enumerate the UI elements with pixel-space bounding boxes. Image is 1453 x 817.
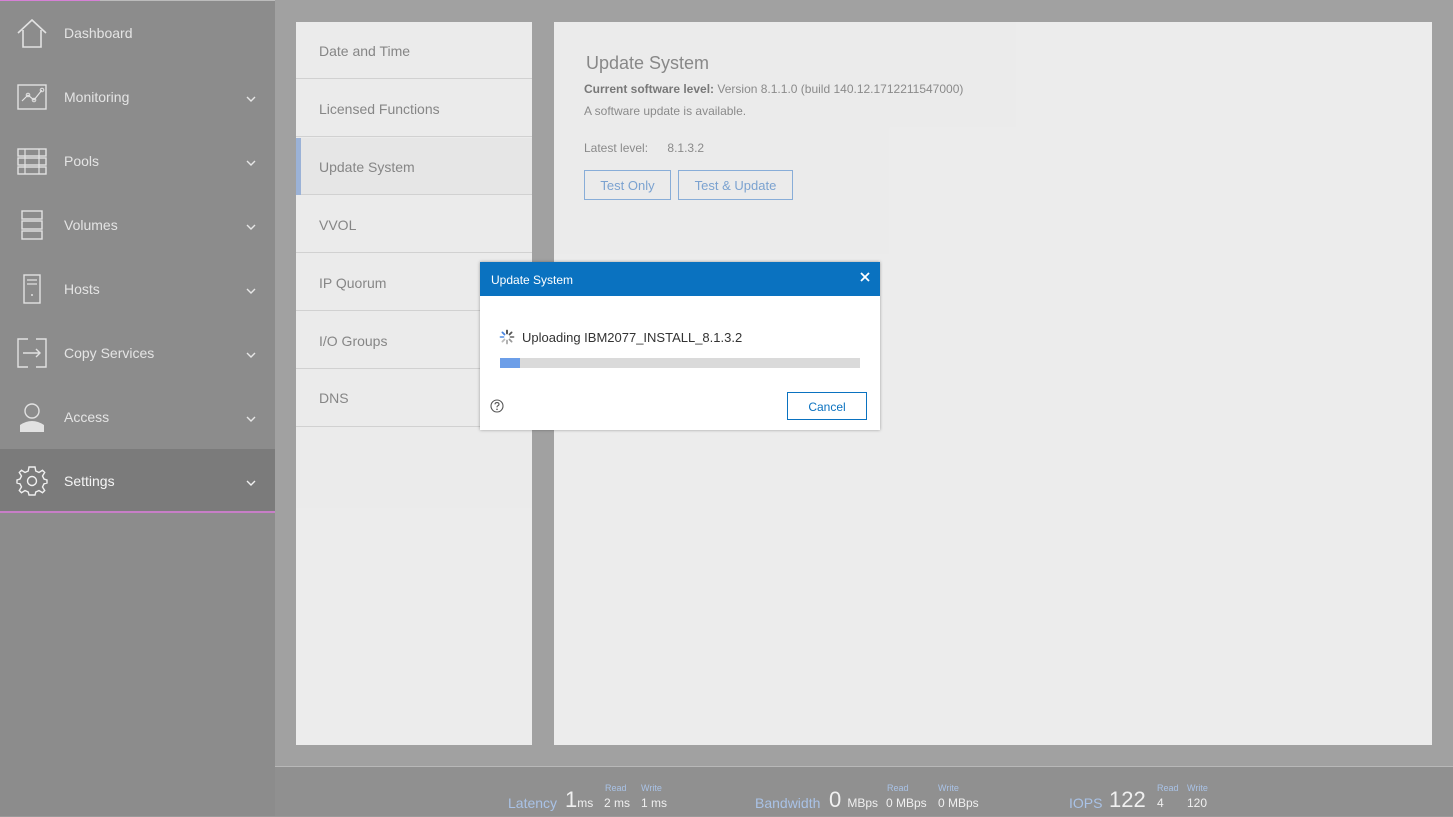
latest-level: Latest level: 8.1.3.2 [584, 141, 704, 155]
sidebar-item-label: Pools [64, 153, 100, 169]
submenu-item-label: VVOL [319, 217, 357, 233]
latency-write-label: Write [641, 783, 662, 793]
submenu-item-label: IP Quorum [319, 275, 387, 291]
gear-icon [16, 465, 48, 497]
sidebar-item-label: Dashboard [64, 25, 133, 41]
update-available-text: A software update is available. [584, 104, 747, 118]
submenu-item-vvol[interactable]: VVOL [296, 196, 532, 253]
submenu-item-label: Date and Time [319, 43, 411, 59]
dialog-header: Update System [480, 262, 880, 296]
hosts-icon [16, 273, 48, 305]
latency-value: 1ms [565, 787, 593, 813]
submenu-item-label: Update System [319, 159, 415, 175]
sidebar-item-label: Monitoring [64, 89, 130, 105]
bandwidth-unit: MBps [847, 796, 879, 810]
upload-progress-fill [500, 358, 520, 368]
iops-read-label: Read [1157, 783, 1179, 793]
latency-read-value: 2 ms [604, 796, 631, 810]
chevron-down-icon[interactable] [245, 349, 257, 361]
page-title: Update System [586, 53, 710, 73]
submenu-item-label: DNS [319, 390, 349, 406]
upload-progress-bar [500, 358, 860, 368]
latency-unit: ms [577, 796, 594, 810]
bandwidth-write-label: Write [938, 783, 959, 793]
home-icon [16, 17, 48, 49]
latency-read-label: Read [605, 783, 627, 793]
sidebar-item-label: Settings [64, 473, 115, 489]
sidebar-item-copy-services[interactable]: Copy Services [0, 321, 275, 385]
copy-services-icon [16, 337, 48, 369]
update-system-dialog: Update System Uploading IBM2077_INSTALL_… [480, 262, 880, 430]
user-icon [16, 401, 48, 433]
submenu-item-update-system[interactable]: Update System [296, 138, 532, 195]
chevron-down-icon[interactable] [245, 93, 257, 105]
submenu-item-date-time[interactable]: Date and Time [296, 22, 532, 79]
current-software-level: Current software level: Version 8.1.1.0 … [584, 82, 963, 96]
iops-label: IOPS [1069, 795, 1103, 811]
chevron-down-icon[interactable] [245, 285, 257, 297]
submenu-item-label: I/O Groups [319, 333, 388, 349]
latency-label: Latency [508, 795, 558, 811]
chevron-down-icon[interactable] [245, 477, 257, 489]
current-level-label: Current software level: [584, 82, 715, 96]
bandwidth-metric[interactable]: Bandwidth 0 MBps Read 0 MBps Write 0 MBp… [755, 767, 995, 817]
cancel-button[interactable]: Cancel [787, 392, 867, 420]
bandwidth-value: 0 MBps [829, 787, 878, 813]
iops-value: 122 [1109, 787, 1146, 812]
monitoring-icon [16, 81, 48, 113]
help-icon[interactable] [490, 399, 504, 413]
sidebar-item-hosts[interactable]: Hosts [0, 257, 275, 321]
bandwidth-label: Bandwidth [755, 795, 821, 811]
iops-write-label: Write [1187, 783, 1208, 793]
spinner-icon [499, 329, 515, 345]
sidebar-item-label: Volumes [64, 217, 118, 233]
sidebar-item-settings[interactable]: Settings [0, 449, 275, 513]
sidebar-item-dashboard[interactable]: Dashboard [0, 1, 275, 65]
current-level-value: Version 8.1.1.0 (build 140.12.1712211547… [717, 82, 964, 96]
latest-level-label: Latest level: [584, 141, 649, 155]
sidebar-item-access[interactable]: Access [0, 385, 275, 449]
volumes-icon [16, 209, 48, 241]
dialog-title: Update System [491, 273, 574, 287]
bandwidth-write-value: 0 MBps [938, 796, 979, 810]
sidebar-item-label: Copy Services [64, 345, 155, 361]
bandwidth-value-number: 0 [829, 787, 842, 812]
submenu-item-label: Licensed Functions [319, 101, 440, 117]
latency-metric[interactable]: Latency 1ms Read 2 ms Write 1 ms [508, 767, 678, 817]
upload-status-text: Uploading IBM2077_INSTALL_8.1.3.2 [522, 330, 743, 345]
iops-metric[interactable]: IOPS 122 Read 4 Write 120 [1069, 767, 1229, 817]
submenu-item-licensed-functions[interactable]: Licensed Functions [296, 80, 532, 137]
chevron-down-icon[interactable] [245, 157, 257, 169]
performance-footer: Latency 1ms Read 2 ms Write 1 ms Bandwid… [275, 766, 1453, 816]
sidebar-item-label: Access [64, 409, 110, 425]
sidebar: Dashboard Monitoring Pools Volumes Hosts [0, 0, 275, 816]
test-and-update-button[interactable]: Test & Update [678, 170, 793, 200]
sidebar-item-volumes[interactable]: Volumes [0, 193, 275, 257]
latest-level-value: 8.1.3.2 [667, 141, 705, 155]
bandwidth-read-value: 0 MBps [886, 796, 927, 810]
sidebar-item-label: Hosts [64, 281, 100, 297]
pools-icon [16, 145, 48, 177]
iops-read-value: 4 [1157, 796, 1164, 810]
chevron-down-icon[interactable] [245, 413, 257, 425]
close-icon[interactable] [858, 270, 872, 284]
iops-write-value: 120 [1187, 796, 1208, 810]
latency-write-value: 1 ms [641, 796, 668, 810]
bandwidth-read-label: Read [887, 783, 909, 793]
sidebar-item-monitoring[interactable]: Monitoring [0, 65, 275, 129]
chevron-down-icon[interactable] [245, 221, 257, 233]
sidebar-item-pools[interactable]: Pools [0, 129, 275, 193]
test-only-button[interactable]: Test Only [584, 170, 671, 200]
latency-value-number: 1 [565, 787, 578, 812]
